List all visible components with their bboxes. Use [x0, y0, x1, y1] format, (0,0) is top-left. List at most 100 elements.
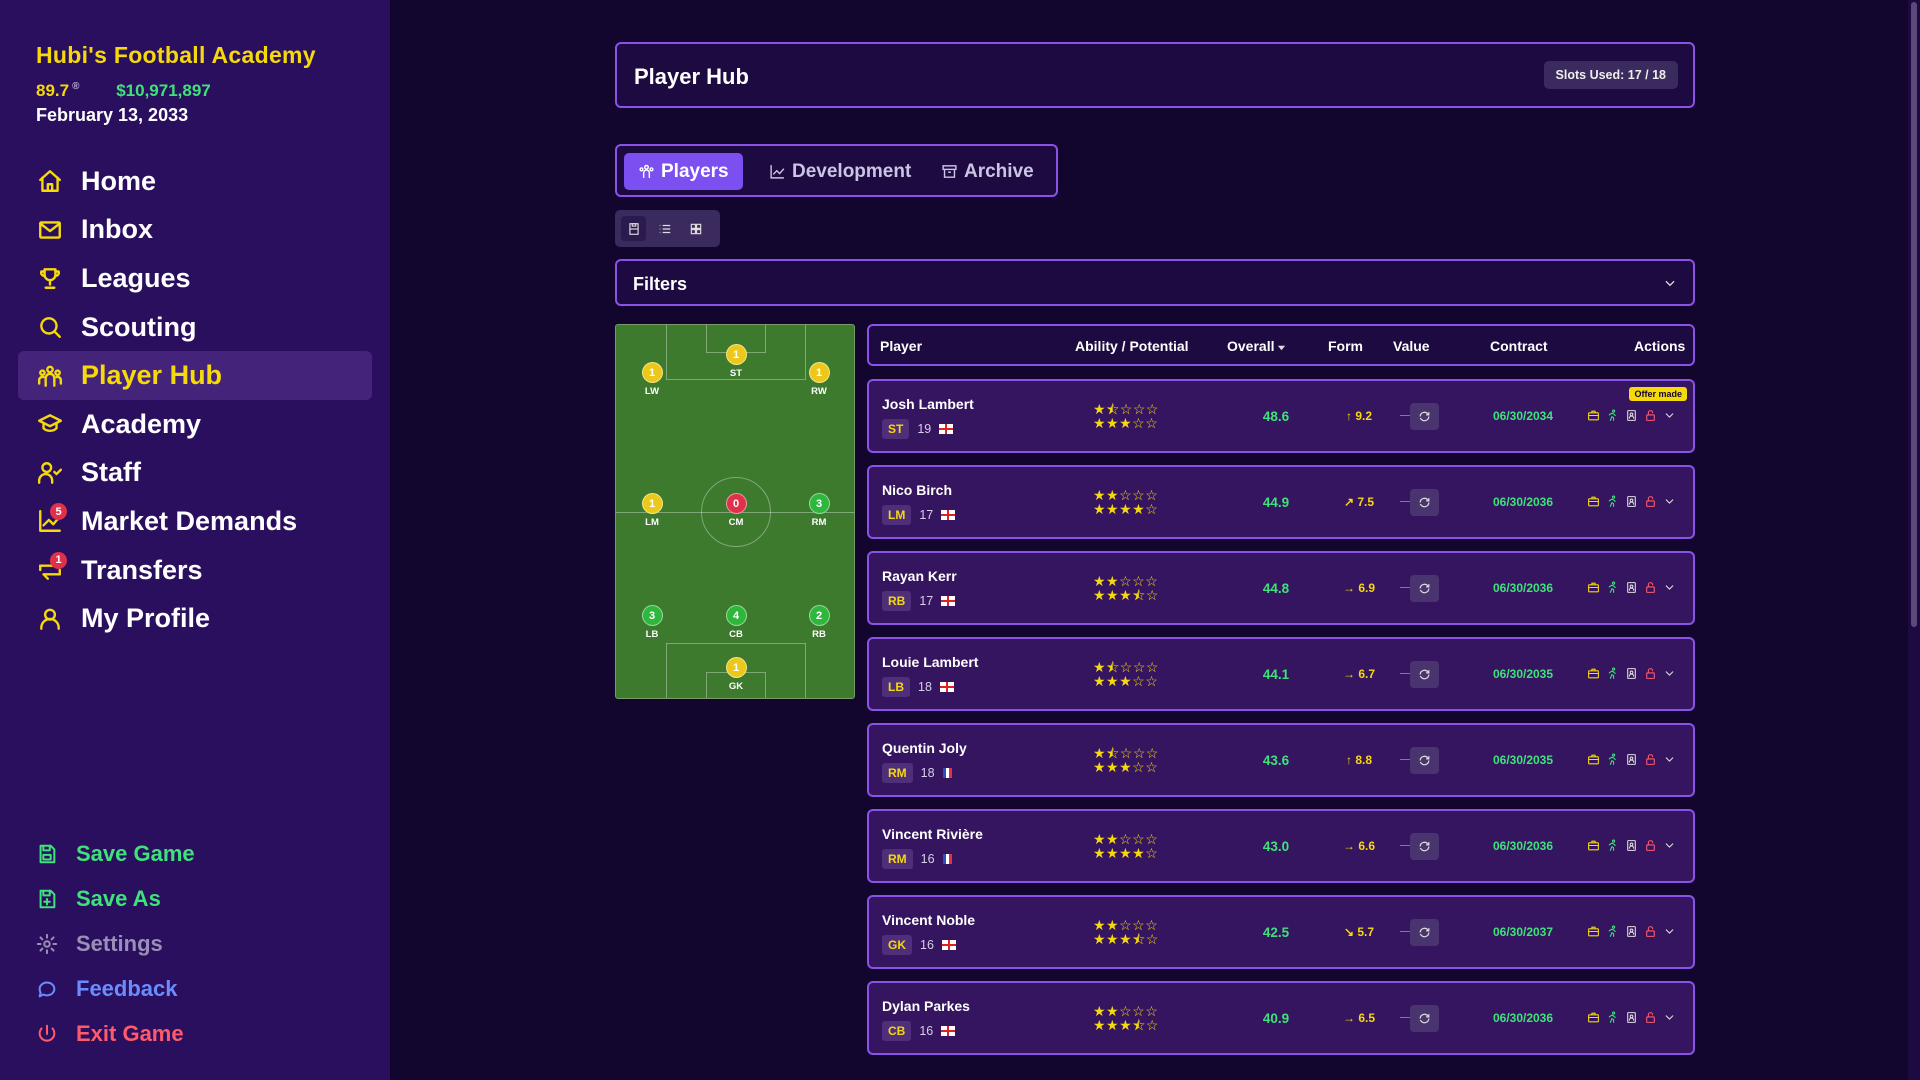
- briefcase-icon[interactable]: [1587, 495, 1600, 508]
- unlock-icon[interactable]: [1644, 667, 1657, 680]
- position-marker-gk[interactable]: 1 GK: [716, 657, 756, 692]
- column-header-value[interactable]: Value: [1393, 338, 1430, 354]
- position-marker-lm[interactable]: 1 LM: [632, 493, 672, 528]
- player-name[interactable]: Nico Birch: [882, 482, 952, 498]
- list-view-button[interactable]: [652, 216, 677, 241]
- refresh-value-button[interactable]: [1410, 661, 1439, 688]
- feedback-button[interactable]: Feedback: [36, 966, 195, 1011]
- column-header-player[interactable]: Player: [880, 338, 922, 354]
- nav-item-market-demands[interactable]: 5 Market Demands: [18, 497, 372, 546]
- player-row[interactable]: Louie Lambert LB 18 ★⯪☆☆☆ ★★★☆☆ 44.1 → 6.7—06/…: [867, 637, 1695, 711]
- unlock-icon[interactable]: [1644, 495, 1657, 508]
- nav-item-inbox[interactable]: Inbox: [18, 206, 372, 255]
- training-icon[interactable]: [1606, 1011, 1619, 1024]
- training-icon[interactable]: [1606, 581, 1619, 594]
- refresh-value-button[interactable]: [1410, 747, 1439, 774]
- player-row[interactable]: Josh Lambert ST 19 ★⯪☆☆☆ ★★★☆☆ 48.6 ↑ 9.2—06/3…: [867, 379, 1695, 453]
- unlock-icon[interactable]: [1644, 753, 1657, 766]
- column-header-ability[interactable]: Ability / Potential: [1075, 338, 1189, 354]
- position-marker-cb[interactable]: 4 CB: [716, 605, 756, 640]
- nav-item-player-hub[interactable]: Player Hub: [18, 351, 372, 400]
- save-as-button[interactable]: Save As: [36, 876, 195, 921]
- scrollbar[interactable]: [1908, 0, 1920, 1080]
- unlock-icon[interactable]: [1644, 409, 1657, 422]
- briefcase-icon[interactable]: [1587, 925, 1600, 938]
- briefcase-icon[interactable]: [1587, 1011, 1600, 1024]
- player-name[interactable]: Vincent Noble: [882, 912, 975, 928]
- report-icon[interactable]: [1625, 753, 1638, 766]
- briefcase-icon[interactable]: [1587, 667, 1600, 680]
- player-name[interactable]: Louie Lambert: [882, 654, 978, 670]
- player-name[interactable]: Quentin Joly: [882, 740, 967, 756]
- player-name[interactable]: Rayan Kerr: [882, 568, 957, 584]
- briefcase-icon[interactable]: [1587, 409, 1600, 422]
- player-row[interactable]: Vincent Noble GK 16 ★★☆☆☆ ★★★⯪☆ 42.5 ↘ 5.7—06/…: [867, 895, 1695, 969]
- nav-item-scouting[interactable]: Scouting: [18, 303, 372, 352]
- chevron-down-icon[interactable]: [1663, 667, 1676, 680]
- unlock-icon[interactable]: [1644, 925, 1657, 938]
- column-header-overall[interactable]: Overall: [1227, 338, 1286, 354]
- briefcase-icon[interactable]: [1587, 839, 1600, 852]
- training-icon[interactable]: [1606, 495, 1619, 508]
- chevron-down-icon[interactable]: [1663, 753, 1676, 766]
- column-header-contract[interactable]: Contract: [1490, 338, 1548, 354]
- report-icon[interactable]: [1625, 839, 1638, 852]
- report-icon[interactable]: [1625, 581, 1638, 594]
- player-name[interactable]: Josh Lambert: [882, 396, 974, 412]
- position-marker-rw[interactable]: 1 RW: [799, 362, 839, 397]
- briefcase-icon[interactable]: [1587, 581, 1600, 594]
- column-header-form[interactable]: Form: [1328, 338, 1363, 354]
- chevron-down-icon[interactable]: [1663, 495, 1676, 508]
- refresh-value-button[interactable]: [1410, 489, 1439, 516]
- chevron-down-icon[interactable]: [1663, 839, 1676, 852]
- report-icon[interactable]: [1625, 409, 1638, 422]
- settings-button[interactable]: Settings: [36, 921, 195, 966]
- pitch-view-button[interactable]: [621, 216, 646, 241]
- position-marker-st[interactable]: 1 ST: [716, 344, 756, 379]
- nav-item-leagues[interactable]: Leagues: [18, 254, 372, 303]
- nav-item-staff[interactable]: Staff: [18, 449, 372, 498]
- player-row[interactable]: Rayan Kerr RB 17 ★★☆☆☆ ★★★⯪☆ 44.8 → 6.9—06/30/…: [867, 551, 1695, 625]
- training-icon[interactable]: [1606, 667, 1619, 680]
- refresh-value-button[interactable]: [1410, 1005, 1439, 1032]
- save-game-button[interactable]: Save Game: [36, 831, 195, 876]
- refresh-value-button[interactable]: [1410, 403, 1439, 430]
- refresh-value-button[interactable]: [1410, 575, 1439, 602]
- nav-item-home[interactable]: Home: [18, 157, 372, 206]
- report-icon[interactable]: [1625, 925, 1638, 938]
- training-icon[interactable]: [1606, 925, 1619, 938]
- report-icon[interactable]: [1625, 495, 1638, 508]
- tab-development[interactable]: Development: [755, 153, 925, 190]
- nav-item-academy[interactable]: Academy: [18, 400, 372, 449]
- filters-panel[interactable]: Filters: [615, 259, 1695, 306]
- position-marker-rb[interactable]: 2 RB: [799, 605, 839, 640]
- position-marker-lw[interactable]: 1 LW: [632, 362, 672, 397]
- position-marker-rm[interactable]: 3 RM: [799, 493, 839, 528]
- player-row[interactable]: Quentin Joly RM 18 ★⯪☆☆☆ ★★★☆☆ 43.6 ↑ 8.8—06/3…: [867, 723, 1695, 797]
- position-marker-cm[interactable]: 0 CM: [716, 493, 756, 528]
- player-name[interactable]: Vincent Rivière: [882, 826, 983, 842]
- chevron-down-icon[interactable]: [1663, 409, 1676, 422]
- tab-players[interactable]: Players: [624, 153, 743, 190]
- player-name[interactable]: Dylan Parkes: [882, 998, 970, 1014]
- tab-archive[interactable]: Archive: [927, 153, 1048, 190]
- unlock-icon[interactable]: [1644, 1011, 1657, 1024]
- unlock-icon[interactable]: [1644, 581, 1657, 594]
- refresh-value-button[interactable]: [1410, 833, 1439, 860]
- refresh-value-button[interactable]: [1410, 919, 1439, 946]
- report-icon[interactable]: [1625, 667, 1638, 680]
- training-icon[interactable]: [1606, 409, 1619, 422]
- exit-game-button[interactable]: Exit Game: [36, 1011, 195, 1056]
- nav-item-my-profile[interactable]: My Profile: [18, 594, 372, 643]
- chevron-down-icon[interactable]: [1663, 1011, 1676, 1024]
- briefcase-icon[interactable]: [1587, 753, 1600, 766]
- player-row[interactable]: Nico Birch LM 17 ★★☆☆☆ ★★★★☆ 44.9 ↗ 7.5—06/30/…: [867, 465, 1695, 539]
- player-row[interactable]: Dylan Parkes CB 16 ★★☆☆☆ ★★★⯪☆ 40.9 → 6.5—06/3…: [867, 981, 1695, 1055]
- scrollbar-thumb[interactable]: [1911, 2, 1917, 627]
- nav-item-transfers[interactable]: 1 Transfers: [18, 546, 372, 595]
- training-icon[interactable]: [1606, 753, 1619, 766]
- grid-view-button[interactable]: [683, 216, 708, 241]
- training-icon[interactable]: [1606, 839, 1619, 852]
- player-row[interactable]: Vincent Rivière RM 16 ★★☆☆☆ ★★★★☆ 43.0 → 6.6—0…: [867, 809, 1695, 883]
- unlock-icon[interactable]: [1644, 839, 1657, 852]
